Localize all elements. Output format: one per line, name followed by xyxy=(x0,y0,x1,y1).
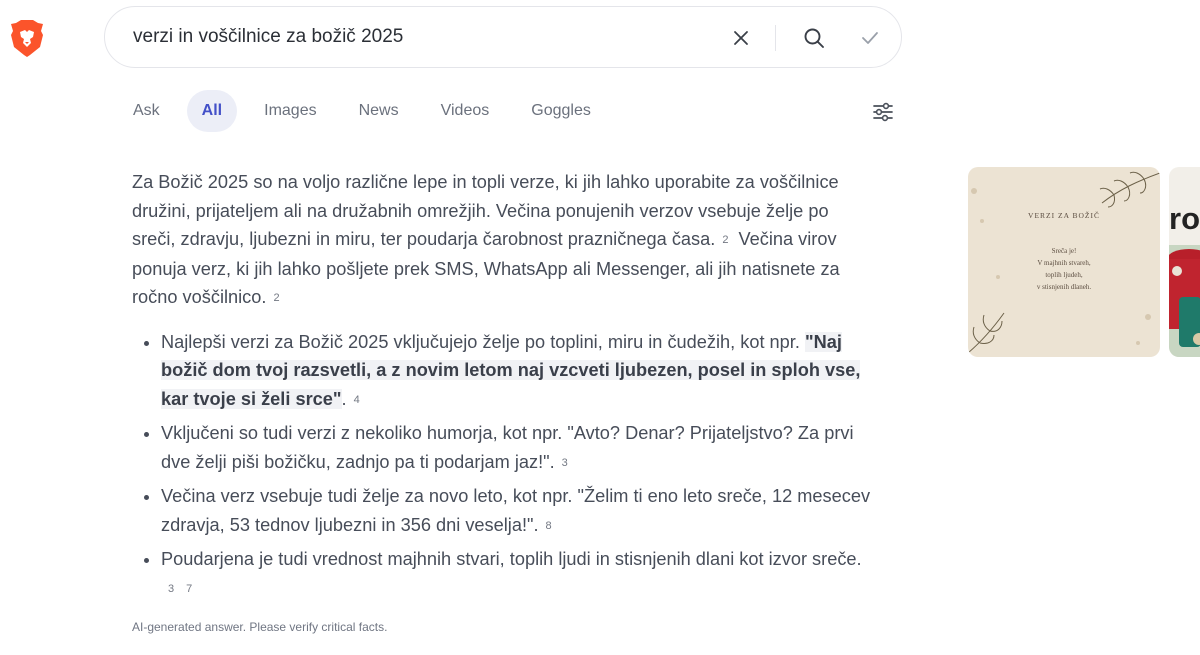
card-text-line: toplih ljudeh, xyxy=(1045,271,1083,279)
card-text-line: v stisnjenih dlaneh. xyxy=(1036,283,1092,291)
answer-intro: Za Božič 2025 so na voljo različne lepe … xyxy=(132,168,872,313)
list-item: Večina verz vsebuje tudi želje za novo l… xyxy=(161,482,872,540)
search-icon[interactable] xyxy=(797,23,831,53)
citation-link[interactable]: 3 xyxy=(562,449,568,478)
tab-goggles[interactable]: Goggles xyxy=(516,90,606,132)
bullet-text: Vključeni so tudi verzi z nekoliko humor… xyxy=(161,423,854,472)
filter-settings-icon[interactable] xyxy=(868,98,898,126)
citation-link[interactable]: 8 xyxy=(546,512,552,541)
search-tabs: Ask All Images News Videos Goggles xyxy=(118,90,618,132)
tab-news[interactable]: News xyxy=(344,90,414,132)
card-title: VERZI ZA BOŽIČ xyxy=(1028,211,1100,220)
tab-videos[interactable]: Videos xyxy=(426,90,505,132)
citation-link[interactable]: 4 xyxy=(354,386,360,415)
search-divider xyxy=(775,25,776,51)
bullet-text-end: . xyxy=(341,388,347,409)
check-icon[interactable] xyxy=(853,23,887,53)
bullet-text: Večina verz vsebuje tudi želje za novo l… xyxy=(161,486,871,535)
bullet-text: Poudarjena je tudi vrednost majhnih stva… xyxy=(161,549,862,569)
citation-link[interactable]: 7 xyxy=(186,575,192,604)
citation-link[interactable]: 2 xyxy=(722,226,728,255)
search-bar[interactable]: verzi in voščilnice za božič 2025 xyxy=(104,6,902,68)
tab-images[interactable]: Images xyxy=(249,90,331,132)
tab-all[interactable]: All xyxy=(186,90,238,132)
answer-intro-text-1: Za Božič 2025 so na voljo različne lepe … xyxy=(132,172,839,249)
card-text-line: V majhnih stvareh, xyxy=(1037,259,1091,267)
image-card-partial[interactable]: ro xyxy=(1169,167,1200,357)
tab-ask[interactable]: Ask xyxy=(118,90,175,132)
card-text-line: Sreča je! xyxy=(1051,247,1077,255)
bullet-text: Najlepši verzi za Božič 2025 vključujejo… xyxy=(161,331,805,352)
image-card-verzi[interactable]: VERZI ZA BOŽIČ Sreča je! V majhnih stvar… xyxy=(968,167,1160,357)
answer-bullet-list: Najlepši verzi za Božič 2025 vključujejo… xyxy=(132,328,872,604)
search-input[interactable]: verzi in voščilnice za božič 2025 xyxy=(133,26,403,48)
citation-link[interactable]: 3 xyxy=(168,575,174,604)
list-item: Poudarjena je tudi vrednost majhnih stva… xyxy=(161,545,872,603)
brave-logo-icon[interactable] xyxy=(10,20,44,58)
clear-icon[interactable] xyxy=(725,25,757,51)
citation-link[interactable]: 2 xyxy=(273,284,279,313)
list-item: Najlepši verzi za Božič 2025 vključujejo… xyxy=(161,328,872,415)
christmas-mugs-image-icon xyxy=(1169,245,1200,357)
ai-answer: Za Božič 2025 so na voljo različne lepe … xyxy=(132,168,872,608)
ai-disclaimer: AI-generated answer. Please verify criti… xyxy=(132,620,388,634)
list-item: Vključeni so tudi verzi z nekoliko humor… xyxy=(161,419,872,477)
